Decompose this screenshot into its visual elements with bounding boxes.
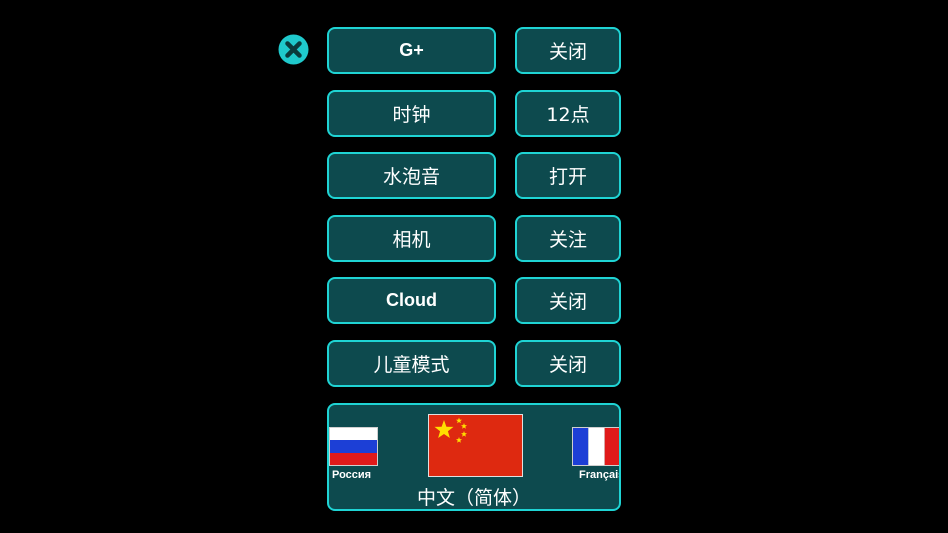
- setting-cloud-button[interactable]: Cloud: [327, 277, 496, 324]
- language-selector: Россия 中文（简体） Français: [327, 403, 621, 511]
- close-icon[interactable]: [278, 34, 309, 65]
- current-language-label: 中文（简体）: [416, 487, 531, 509]
- setting-cloud-value-button[interactable]: 关闭: [515, 277, 621, 324]
- setting-kids-mode-value-button[interactable]: 关闭: [515, 340, 621, 387]
- language-prev-label: Россия: [332, 469, 372, 481]
- setting-clock-button[interactable]: 时钟: [327, 90, 496, 137]
- setting-bubble-sound-value-button[interactable]: 打开: [515, 152, 621, 199]
- russia-flag-icon[interactable]: [329, 427, 378, 466]
- setting-clock-value-button[interactable]: 12点: [515, 90, 621, 137]
- setting-bubble-sound-button[interactable]: 水泡音: [327, 152, 496, 199]
- setting-gplus-value-button[interactable]: 关闭: [515, 27, 621, 74]
- setting-kids-mode-button[interactable]: 儿童模式: [327, 340, 496, 387]
- setting-camera-value-button[interactable]: 关注: [515, 215, 621, 262]
- settings-screen: G+ 关闭 时钟 12点 水泡音 打开 相机 关注 Cloud 关闭 儿童模式 …: [0, 0, 948, 533]
- language-next-label: Français: [579, 469, 621, 481]
- china-flag-icon[interactable]: [428, 414, 523, 477]
- france-flag-icon[interactable]: [572, 427, 619, 466]
- setting-gplus-button[interactable]: G+: [327, 27, 496, 74]
- setting-camera-button[interactable]: 相机: [327, 215, 496, 262]
